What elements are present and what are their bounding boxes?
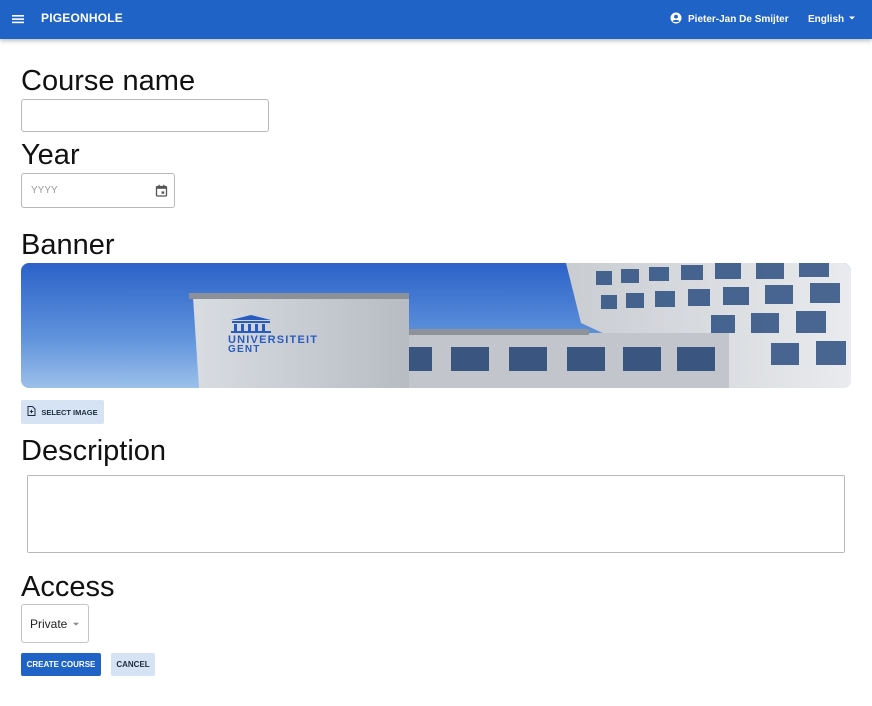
caret-down-icon	[848, 14, 856, 25]
account-circle-icon	[670, 12, 682, 27]
year-input[interactable]: YYYY	[21, 173, 175, 208]
hamburger-menu-icon[interactable]	[11, 12, 25, 26]
caret-down-icon	[72, 617, 80, 631]
banner-image: UNIVERSITEIT GENT	[21, 263, 851, 388]
app-title[interactable]: PIGEONHOLE	[41, 11, 123, 25]
user-name: Pieter-Jan De Smijter	[688, 13, 789, 25]
top-app-bar: PIGEONHOLE Pieter-Jan De Smijter English	[0, 0, 872, 39]
year-label: Year	[21, 139, 80, 171]
course-name-input[interactable]	[21, 99, 269, 132]
language-label: English	[808, 13, 845, 25]
access-label: Access	[21, 571, 115, 603]
year-placeholder: YYYY	[31, 185, 58, 196]
create-course-button[interactable]: CREATE COURSE	[21, 653, 101, 676]
cancel-button[interactable]: CANCEL	[111, 653, 155, 676]
description-label: Description	[21, 435, 167, 467]
banner-label: Banner	[21, 229, 115, 261]
svg-text:GENT: GENT	[228, 344, 261, 355]
language-selector[interactable]: English	[808, 10, 856, 28]
access-select[interactable]: Private	[21, 604, 89, 643]
select-image-label: SELECT IMAGE	[41, 407, 98, 417]
access-selected-value: Private	[30, 616, 68, 631]
calendar-icon[interactable]	[155, 184, 168, 197]
course-name-label: Course name	[21, 65, 196, 97]
select-image-button[interactable]: SELECT IMAGE	[21, 400, 104, 424]
description-textarea[interactable]	[27, 475, 845, 553]
file-image-icon	[27, 406, 36, 418]
user-menu-button[interactable]: Pieter-Jan De Smijter	[670, 10, 789, 28]
